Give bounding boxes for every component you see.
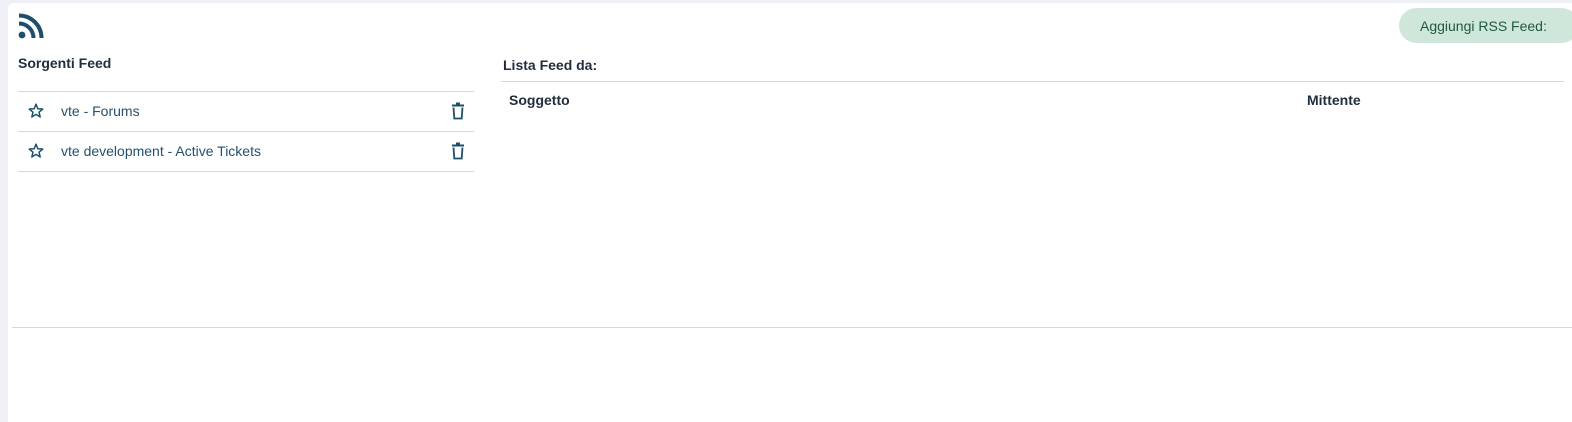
- star-outline-icon[interactable]: [28, 103, 44, 119]
- star-outline-icon[interactable]: [28, 143, 44, 159]
- trash-icon[interactable]: [450, 142, 466, 160]
- add-rss-feed-button[interactable]: Aggiungi RSS Feed:: [1399, 8, 1572, 43]
- divider: [12, 327, 1572, 328]
- column-header-sender[interactable]: Mittente: [1307, 92, 1361, 108]
- source-item-label[interactable]: vte development - Active Tickets: [61, 143, 261, 159]
- feed-list-title: Lista Feed da:: [503, 57, 598, 73]
- source-item[interactable]: vte - Forums: [18, 92, 474, 132]
- sources-title: Sorgenti Feed: [18, 55, 112, 71]
- source-item[interactable]: vte development - Active Tickets: [18, 132, 474, 172]
- rss-icon: [18, 13, 44, 39]
- source-list: vte - Forums vte development - Active Ti…: [18, 91, 474, 172]
- divider: [501, 81, 1564, 82]
- trash-icon[interactable]: [450, 102, 466, 120]
- source-item-label[interactable]: vte - Forums: [61, 103, 140, 119]
- rss-panel: Aggiungi RSS Feed: Sorgenti Feed vte - F…: [8, 3, 1572, 422]
- column-header-subject[interactable]: Soggetto: [509, 92, 570, 108]
